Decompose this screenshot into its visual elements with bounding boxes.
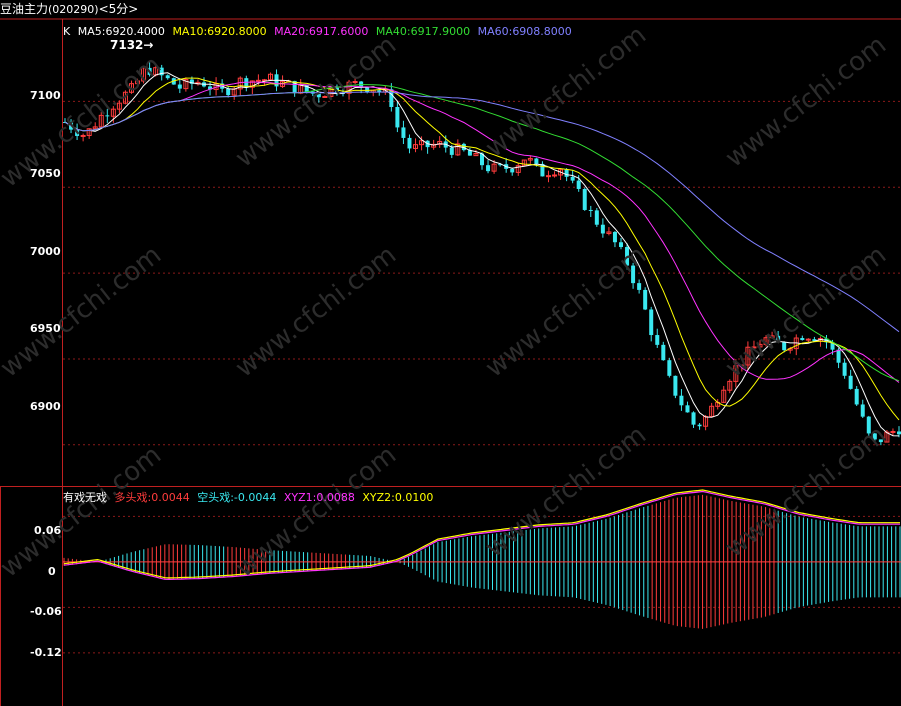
candle-body-down (637, 283, 642, 290)
candle-body-down (673, 375, 678, 396)
candle-body-down (75, 129, 80, 136)
candle-body-up (552, 174, 558, 177)
candle-body-down (226, 88, 231, 96)
candle-body-up (322, 95, 328, 98)
candle-body-down (105, 115, 110, 117)
candle-body-down (588, 209, 593, 211)
osc-legend-xyz1: XYZ1:0.0088 (283, 491, 355, 504)
candle-body-down (401, 127, 406, 138)
candle-body-down (691, 412, 696, 425)
candle-body-down (661, 344, 666, 361)
candle-body-down (165, 75, 170, 79)
candle-body-down (407, 137, 412, 149)
oscillator-layer (63, 489, 901, 629)
legend-k: K (63, 25, 71, 38)
ma10-line (64, 77, 900, 421)
instrument-name[interactable]: 豆油主力 (0, 0, 48, 18)
osc-legend-xyz2: XYZ2:0.0100 (362, 491, 434, 504)
candle-body-down (836, 349, 841, 363)
candle-body-down (395, 107, 400, 128)
candle-body-down (177, 84, 182, 89)
candle-body-down (782, 342, 787, 351)
legend-ma20: MA20:6917.6000 (274, 25, 369, 38)
candle-body-down (510, 168, 515, 173)
candle-body-up (255, 79, 261, 82)
candle-body-up (545, 175, 551, 178)
candle-body-down (685, 405, 690, 413)
candle-body-down (655, 335, 660, 345)
candle-body-down (897, 431, 901, 435)
candle-body-down (570, 176, 575, 181)
legend-ma40: MA40:6917.9000 (375, 25, 471, 38)
price-tick-7100: 7100 (30, 89, 61, 102)
candle-body-up (352, 81, 358, 84)
candle-body-down (679, 395, 684, 406)
grid-layer (63, 100, 901, 654)
candle-body-down (576, 180, 581, 189)
candle-body-down (842, 362, 847, 376)
legend-ma60: MA60:6908.8000 (477, 25, 572, 38)
candle-body-down (667, 360, 672, 376)
price-legend: K MA5:6920.4000 MA10:6920.8000 MA20:6917… (63, 25, 576, 39)
osc-tick-0.06: 0.06 (34, 524, 62, 537)
instrument-code: (020290) (48, 3, 99, 16)
candle-body-down (582, 188, 587, 210)
candle-body-down (860, 404, 865, 417)
candle-body-down (872, 433, 877, 440)
ma-layer (64, 72, 900, 437)
candle-body-down (800, 338, 805, 341)
candle-body-up (805, 338, 811, 341)
candle-body-down (878, 439, 883, 443)
osc-legend-bear: 空头戏:-0.0044 (197, 491, 277, 504)
legend-ma10: MA10:6920.8000 (172, 25, 267, 38)
candle-body-up (890, 430, 896, 433)
price-tick-7000: 7000 (30, 245, 61, 258)
price-tick-7050: 7050 (30, 167, 61, 180)
candle-body-down (564, 169, 569, 177)
title-bar: 豆油主力(020290)<5分> (0, 0, 901, 18)
osc-legend-name: 有戏无戏 (63, 491, 107, 504)
period-selector[interactable]: <5分> (99, 0, 139, 18)
candle-body-down (854, 388, 859, 405)
candle-body-down (594, 210, 599, 225)
osc-tick-0: 0 (48, 565, 56, 578)
candle-layer (63, 61, 901, 446)
osc-tick-neg0.12: -0.12 (30, 646, 62, 659)
candle-body-down (619, 242, 623, 248)
chart-canvas (0, 18, 901, 706)
legend-ma5: MA5:6920.4000 (77, 25, 165, 38)
high-price-marker: 7132→ (110, 38, 153, 52)
price-tick-6950: 6950 (30, 322, 61, 335)
candle-body-down (600, 224, 605, 234)
ma60-line (64, 91, 900, 333)
osc-legend-bull: 多头戏:0.0044 (114, 491, 190, 504)
candle-body-up (80, 134, 86, 137)
high-price-label: 7132 (110, 38, 144, 52)
candle-body-down (848, 375, 853, 389)
candle-body-down (316, 93, 321, 98)
candle-body-down (625, 247, 630, 266)
candle-body-down (697, 424, 702, 427)
candle-body-down (643, 289, 648, 310)
osc-tick-neg0.06: -0.06 (30, 605, 62, 618)
candle-body-down (486, 165, 491, 172)
price-tick-6900: 6900 (30, 400, 61, 413)
candle-body-down (365, 87, 370, 93)
candle-body-down (866, 416, 871, 434)
candle-body-down (649, 309, 654, 336)
candle-body-up (751, 346, 757, 349)
candle-body-down (534, 158, 539, 164)
oscillator-legend: 有戏无戏 多头戏:0.0044 空头戏:-0.0044 XYZ1:0.0088 … (63, 491, 437, 505)
candle-body-down (449, 147, 454, 155)
candle-body-down (147, 67, 152, 75)
candle-body-down (631, 265, 636, 284)
candle-body-down (612, 231, 617, 243)
high-arrow-icon: → (143, 38, 154, 52)
